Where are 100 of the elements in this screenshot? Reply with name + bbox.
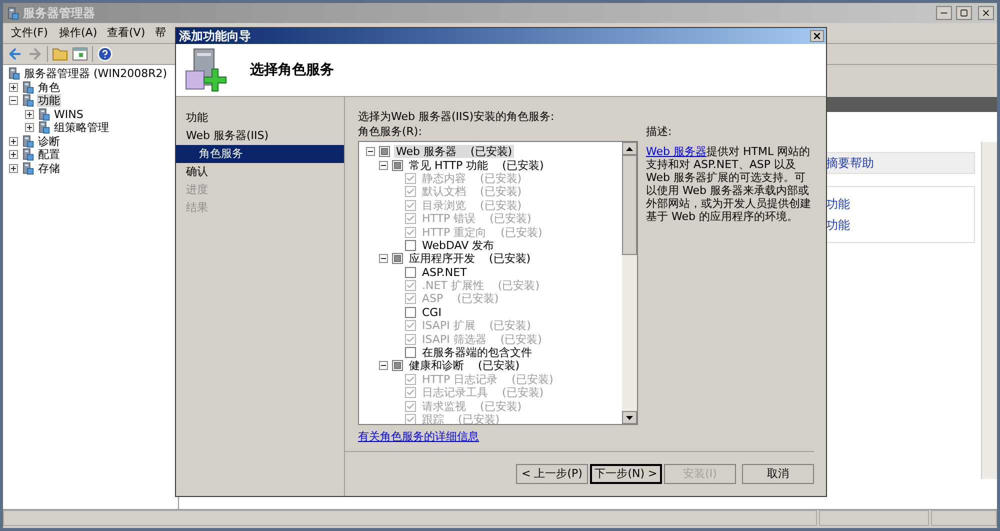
role-service-item[interactable]: 常见 HTTP 功能 (已安装) [407, 158, 546, 172]
service-name: ISAPI 扩展 [422, 319, 476, 332]
checkbox[interactable] [405, 306, 416, 318]
node-icon [37, 108, 50, 121]
install-status: (已安装) [480, 185, 522, 198]
service-name: ASP [422, 292, 444, 306]
role-service-item[interactable]: 健康和诊断 (已安装) [407, 359, 522, 372]
wizard-step[interactable]: 确认 [176, 163, 344, 181]
role-service-item[interactable]: Web 服务器 (已安装) [394, 145, 514, 158]
close-icon [981, 8, 991, 18]
list-label: 角色服务(R): [358, 124, 423, 139]
service-name: ISAPI 筛选器 [422, 332, 486, 346]
minimize-button[interactable] [936, 6, 952, 20]
close-button[interactable] [978, 6, 994, 20]
wizard-step[interactable]: Web 服务器(IIS) [176, 127, 344, 145]
task-link[interactable]: 功能 [826, 216, 974, 234]
scrollbar[interactable] [622, 142, 637, 424]
maximize-button[interactable] [956, 6, 972, 20]
prompt-text: 选择为Web 服务器(IIS)安装的角色服务: [358, 109, 556, 124]
collapse-icon[interactable] [379, 361, 388, 370]
node-icon [21, 162, 34, 175]
service-name: .NET 扩展性 [422, 279, 484, 292]
install-status: (已安装) [480, 400, 522, 413]
collapse-icon[interactable] [9, 96, 18, 106]
collapse-icon[interactable] [379, 160, 388, 170]
service-name: 应用程序开发 [409, 252, 475, 266]
node-icon [7, 67, 20, 80]
checkbox[interactable] [405, 347, 416, 358]
checkbox[interactable] [405, 240, 416, 251]
node-icon [21, 134, 34, 148]
checkbox[interactable] [392, 160, 403, 171]
install-status: (已安装) [502, 386, 544, 400]
service-name: 默认文档 [422, 185, 466, 198]
service-name: HTTP 重定向 [422, 226, 487, 239]
dialog-button[interactable]: 取消 [742, 464, 814, 484]
checkbox[interactable] [379, 146, 390, 158]
scrollbar[interactable] [981, 142, 997, 479]
tree-item[interactable]: 角色 [37, 80, 61, 94]
maximize-icon [960, 9, 968, 17]
web-server-link[interactable]: Web 服务器 [646, 144, 706, 158]
tree-item[interactable]: 存储 [37, 162, 61, 175]
checkbox[interactable] [392, 253, 403, 264]
wizard-step[interactable]: 功能 [176, 109, 344, 127]
install-status: (已安装) [490, 212, 532, 226]
dialog-button[interactable]: 下一步(N) > [590, 464, 662, 484]
tree-item[interactable]: 配置 [37, 148, 61, 162]
back-icon[interactable] [7, 46, 23, 62]
collapse-icon[interactable] [379, 254, 388, 264]
page-heading: 选择角色服务 [250, 60, 334, 80]
down-arrow-icon [626, 416, 633, 420]
task-link[interactable]: 功能 [826, 195, 974, 213]
expand-icon[interactable] [25, 123, 34, 132]
tree-item[interactable]: WINS [53, 108, 84, 121]
role-service-item[interactable]: 应用程序开发 (已安装) [407, 252, 533, 266]
service-name: Web 服务器 [396, 145, 456, 158]
tree-item[interactable]: 组策略管理 [53, 121, 110, 134]
tree-item[interactable]: 服务器管理器 (WIN2008R2) [23, 67, 168, 80]
expand-icon[interactable] [9, 82, 18, 92]
close-icon [812, 31, 822, 41]
checkbox[interactable] [405, 266, 416, 278]
install-status: (已安装) [502, 158, 544, 172]
description-label: 描述: [646, 124, 673, 140]
install-status: (已安装) [480, 172, 522, 185]
install-status: (已安装) [500, 332, 542, 346]
wizard-step[interactable]: 角色服务 [176, 145, 344, 163]
install-status: (已安装) [489, 319, 531, 332]
folder-icon[interactable] [52, 47, 68, 61]
details-link[interactable]: 有关角色服务的详细信息 [358, 429, 479, 446]
node-icon [6, 6, 19, 20]
install-status: (已安装) [500, 226, 542, 239]
scroll-thumb[interactable] [622, 155, 637, 255]
tree-item[interactable]: 功能 [37, 94, 61, 108]
menu-item[interactable]: 文件(F) [11, 24, 59, 42]
checkbox[interactable] [392, 360, 403, 372]
node-icon [21, 148, 34, 162]
menu-item[interactable]: 操作(A) [59, 24, 107, 42]
expand-icon[interactable] [9, 136, 18, 146]
service-name: 目录浏览 [422, 198, 466, 212]
scroll-up-button[interactable] [622, 142, 637, 155]
tree-item[interactable]: 诊断 [37, 134, 61, 148]
panel-icon[interactable] [72, 47, 88, 61]
node-icon [21, 80, 34, 94]
service-name: 跟踪 [422, 413, 444, 424]
scroll-down-button[interactable] [622, 411, 637, 424]
install-status: (已安装) [512, 372, 554, 386]
install-status: (已安装) [470, 145, 512, 158]
collapse-icon[interactable] [366, 147, 375, 156]
node-icon [37, 121, 50, 134]
up-arrow-icon [626, 146, 633, 150]
window-title: 服务器管理器 [23, 5, 96, 22]
expand-icon[interactable] [9, 164, 18, 173]
install-status: (已安装) [480, 198, 522, 212]
close-button[interactable] [810, 30, 824, 42]
menu-item[interactable]: 查看(V) [107, 24, 155, 42]
service-name: 常见 HTTP 功能 [409, 158, 488, 172]
dialog-button[interactable]: < 上一步(P) [516, 464, 588, 484]
expand-icon[interactable] [25, 110, 34, 119]
service-name: 日志记录工具 [422, 386, 488, 400]
expand-icon[interactable] [9, 150, 18, 160]
help-icon[interactable] [97, 46, 113, 62]
